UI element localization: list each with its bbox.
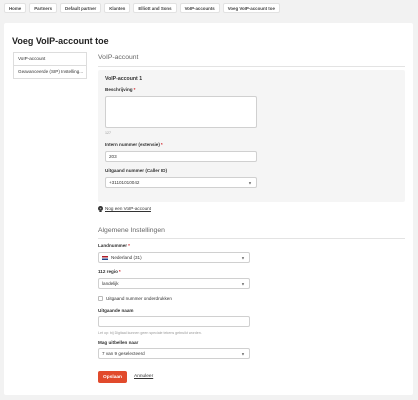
nav-item-voip-account[interactable]: VoIP-account: [14, 53, 86, 66]
section-nav: VoIP-account Geavanceerde (SIP) Instelli…: [13, 52, 87, 79]
may-call-value: 7 van 9 geselecteerd: [102, 351, 145, 356]
save-button[interactable]: Opslaan: [98, 371, 127, 383]
add-voip-account-link[interactable]: + Nog een VoIP-account: [98, 206, 151, 211]
general-section-title: Algemene Instellingen: [98, 227, 165, 234]
description-char-count: 127: [105, 131, 111, 135]
region-112-select[interactable]: landelijk ▼: [98, 278, 250, 289]
breadcrumb-klanten[interactable]: Klanten: [104, 3, 131, 13]
add-voip-account-label: Nog een VoIP-account: [105, 206, 151, 211]
outgoing-name-hint: Let op: bij Digitaal kunnen geen special…: [98, 331, 202, 335]
country-code-select[interactable]: Nederland (31) ▼: [98, 252, 250, 263]
breadcrumb-default-partner[interactable]: Default partner: [60, 3, 102, 13]
plus-circle-icon: +: [98, 206, 103, 211]
outgoing-number-label: Uitgaand nummer (Caller ID): [105, 168, 168, 173]
description-label: Beschrijving*: [105, 87, 136, 92]
suppress-number-label[interactable]: Uitgaand nummer onderdrukken: [106, 296, 172, 301]
breadcrumb-partners[interactable]: Partners: [29, 3, 58, 13]
breadcrumb-voip-accounts[interactable]: VoIP-accounts: [179, 3, 220, 13]
suppress-number-checkbox[interactable]: [98, 296, 103, 301]
outgoing-name-input[interactable]: [98, 316, 250, 327]
chevron-down-icon: ▼: [241, 255, 245, 260]
breadcrumb-home[interactable]: Home: [4, 3, 27, 13]
chevron-down-icon: ▼: [241, 281, 245, 286]
breadcrumb: Home Partners Default partner Klanten El…: [4, 3, 280, 13]
outgoing-number-value: +31101010042: [109, 180, 140, 185]
divider: [98, 238, 405, 239]
voip-section-title: VoIP-account: [98, 54, 139, 61]
nav-item-advanced-sip[interactable]: Geavanceerde (SIP) Instelling...: [14, 66, 86, 78]
voip-account-title: VoIP-account 1: [105, 76, 143, 82]
internal-number-label: Intern nummer (extensie)*: [105, 142, 163, 147]
internal-number-input[interactable]: 203: [105, 151, 257, 162]
region-112-label: 112 regio*: [98, 269, 121, 274]
cancel-link[interactable]: Annuleer: [134, 374, 153, 379]
breadcrumb-current: Voeg VoIP-account toe: [222, 3, 280, 13]
breadcrumb-customer[interactable]: Elliott and Sons: [133, 3, 177, 13]
region-112-value: landelijk: [102, 281, 119, 286]
description-textarea[interactable]: [105, 96, 257, 128]
netherlands-flag-icon: [102, 255, 108, 260]
page-title: Voeg VoIP-account toe: [12, 36, 109, 46]
outgoing-number-select[interactable]: +31101010042 ▼: [105, 177, 257, 188]
outgoing-name-label: Uitgaande naam: [98, 308, 134, 313]
country-code-value: Nederland (31): [111, 255, 142, 260]
country-code-label: Landnummer*: [98, 243, 130, 248]
chevron-down-icon: ▼: [248, 180, 252, 185]
may-call-label: Mag uitbellen naar: [98, 340, 139, 345]
divider: [98, 66, 405, 67]
may-call-select[interactable]: 7 van 9 geselecteerd ▼: [98, 348, 250, 359]
chevron-down-icon: ▼: [241, 351, 245, 356]
